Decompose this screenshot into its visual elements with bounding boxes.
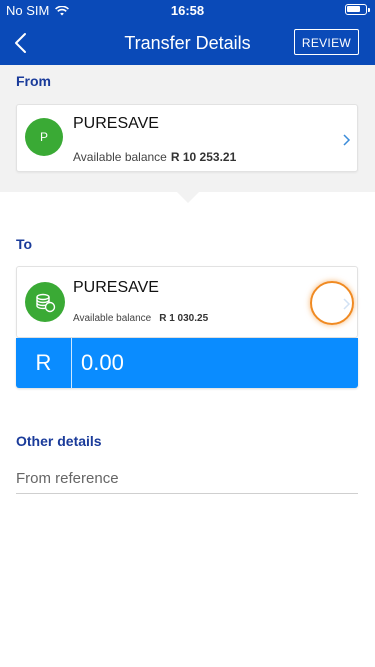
chevron-right-icon — [343, 134, 351, 146]
coins-icon — [25, 282, 65, 322]
other-details-label: Other details — [16, 433, 102, 449]
to-label: To — [16, 236, 33, 252]
amount-value[interactable]: 0.00 — [81, 338, 124, 388]
from-account-avatar: P — [25, 118, 63, 156]
amount-divider — [71, 338, 72, 388]
from-account-balance: Available balance R 10 253.21 — [73, 150, 236, 164]
status-bar: No SIM 16:58 — [0, 0, 375, 20]
to-balance-value: R 1 030.25 — [159, 313, 209, 324]
review-button[interactable]: REVIEW — [293, 29, 359, 55]
to-account-balance: Available balance R 1 030.25 — [73, 313, 208, 324]
from-balance-label: Available balance — [73, 150, 167, 164]
from-label: From — [16, 73, 51, 89]
status-time: 16:58 — [170, 3, 205, 18]
coins-glyph — [36, 293, 56, 313]
section-notch — [177, 192, 199, 203]
from-account-card[interactable]: P PURESAVE Available balance R 10 253.21 — [16, 104, 358, 172]
from-reference-placeholder: From reference — [16, 470, 119, 487]
to-account-name: PURESAVE — [73, 279, 159, 296]
to-account-card[interactable]: PURESAVE Available balance R 1 030.25 — [16, 266, 358, 338]
from-balance-value: R 10 253.21 — [170, 150, 237, 164]
battery-icon — [345, 4, 370, 15]
from-account-name: PURESAVE — [73, 115, 159, 132]
top-nav-bar: Transfer Details REVIEW — [0, 20, 375, 65]
status-right — [345, 4, 370, 15]
currency-symbol: R — [35, 350, 52, 375]
from-reference-field[interactable]: From reference — [16, 462, 358, 494]
amount-input[interactable]: R 0.00 — [16, 338, 358, 388]
to-balance-label: Available balance — [73, 313, 152, 324]
tap-highlight-indicator — [310, 281, 354, 325]
